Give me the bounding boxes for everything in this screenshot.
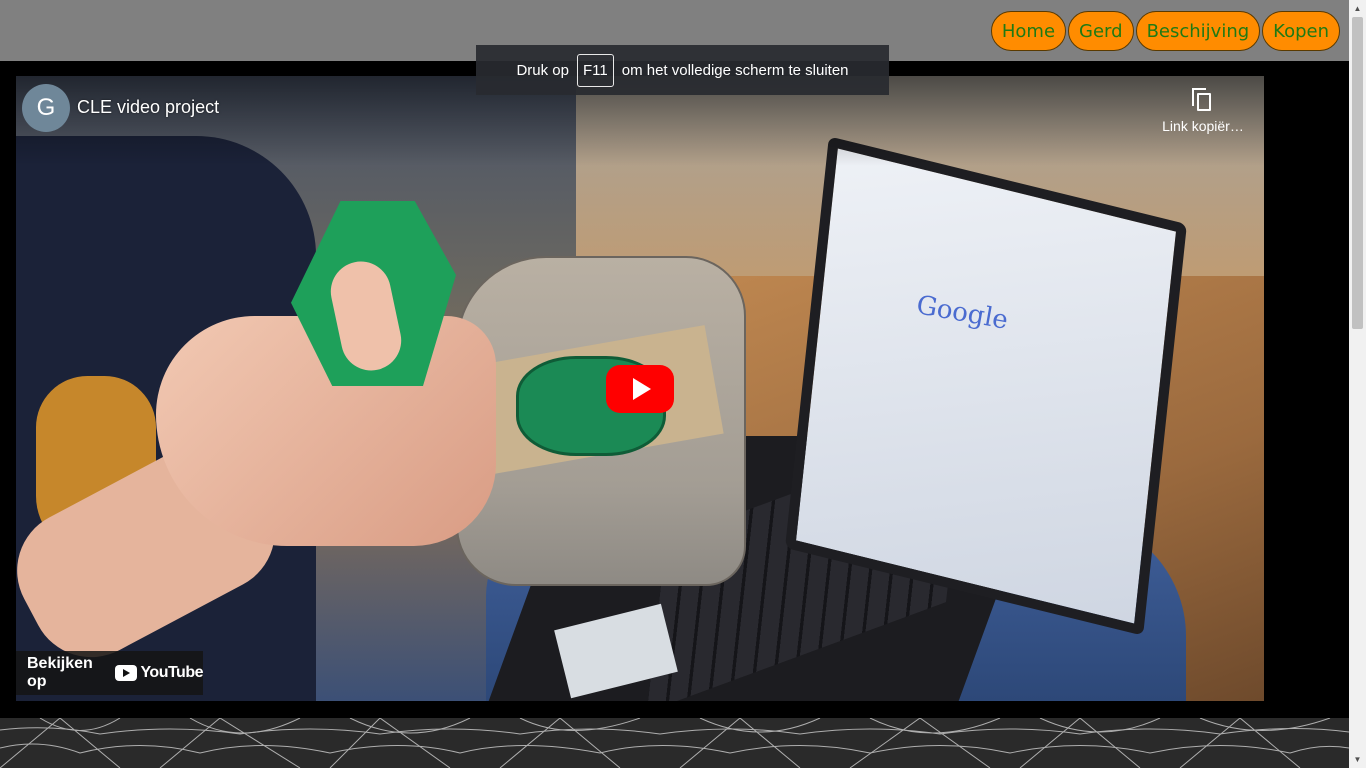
toast-key: F11 [577,53,614,87]
nav-home-button[interactable]: Home [990,11,1067,51]
spider-web-svg [0,718,1349,768]
page-scrollbar[interactable]: ▲ ▼ [1349,0,1366,768]
channel-avatar[interactable]: G [22,84,70,132]
scroll-up-arrow-icon[interactable]: ▲ [1349,0,1366,17]
watch-on-label: Bekijken op [27,655,93,690]
copy-link-button[interactable]: Link kopiër… [1160,88,1246,134]
nav-kopen-button[interactable]: Kopen [1262,11,1340,51]
youtube-wordmark: YouTube [140,664,203,681]
copy-link-label: Link kopiër… [1162,118,1244,134]
play-button[interactable] [606,365,674,413]
video-title[interactable]: CLE video project [77,97,219,118]
spider-web-decoration [0,718,1349,768]
main-nav: Home Gerd Beschijving Kopen [990,11,1340,51]
youtube-logo-icon: YouTube [115,664,203,682]
play-icon [633,378,651,400]
toast-text-before: Druk op [516,61,569,79]
fullscreen-toast: Druk op F11 om het volledige scherm te s… [476,45,889,95]
toast-text-after: om het volledige scherm te sluiten [621,61,849,79]
scrollbar-thumb[interactable] [1352,17,1363,329]
copy-icon [1192,88,1214,112]
nav-gerd-button[interactable]: Gerd [1068,11,1134,51]
scroll-down-arrow-icon[interactable]: ▼ [1349,751,1366,768]
watch-on-youtube-button[interactable]: Bekijken op YouTube [16,651,203,695]
thumbnail-laptop-screen [785,136,1187,636]
nav-beschijving-button[interactable]: Beschijving [1135,11,1261,51]
